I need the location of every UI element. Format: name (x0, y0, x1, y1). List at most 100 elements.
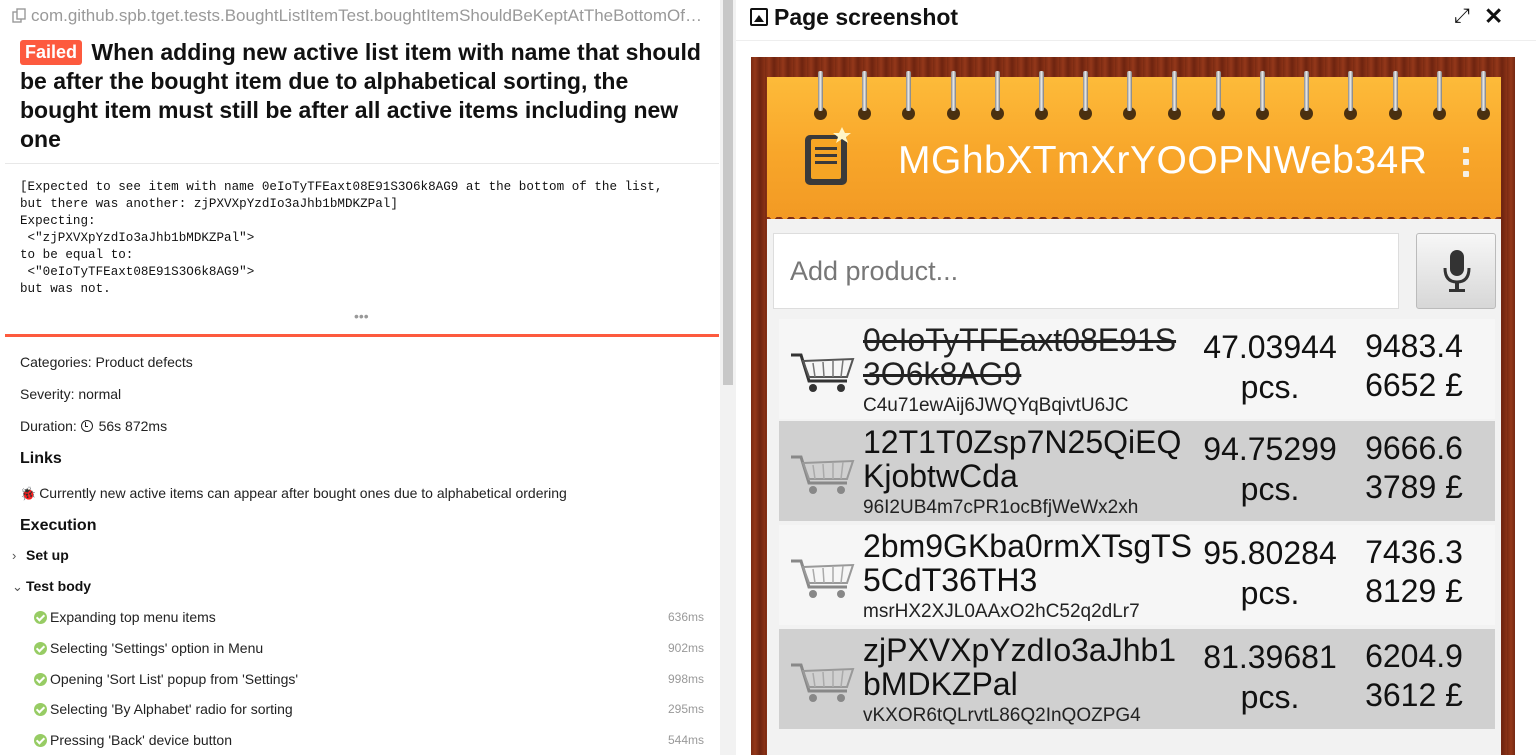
step-row[interactable]: Expanding top menu items 636ms (34, 609, 704, 629)
test-full-name[interactable]: com.github.spb.tget.tests.BoughtListItem… (12, 6, 712, 26)
step-name: Selecting 'By Alphabet' radio for sortin… (50, 701, 293, 717)
test-details-pane: com.github.spb.tget.tests.BoughtListItem… (0, 0, 720, 755)
step-duration: 998ms (667, 672, 704, 686)
step-name: Pressing 'Back' device button (50, 732, 232, 748)
check-circle-icon (34, 703, 47, 716)
execution-heading: Execution (20, 517, 97, 534)
status-badge: Failed (20, 40, 83, 65)
links-heading: Links (20, 450, 62, 467)
binder-ring (1079, 71, 1093, 129)
cart-icon (791, 455, 855, 494)
product-row[interactable]: 12T1T0Zsp7N25QiEQKjobtwCda 96I2UB4m7cPR1… (779, 421, 1495, 521)
product-name: 12T1T0Zsp7N25QiEQKjobtwCda (863, 424, 1182, 494)
categories-info: Categories: Product defects (20, 354, 193, 370)
product-description: vKXOR6tQLrvtL86Q2InQOZPG4 (863, 705, 1141, 726)
product-row[interactable]: 0eIoTyTFEaxt08E91S3O6k8AG9 C4u71ewAij6JW… (779, 319, 1495, 419)
app-logo-icon (805, 127, 851, 185)
failed-status-line (5, 334, 719, 337)
check-circle-icon (34, 673, 47, 686)
phone-screenshot: MGhbXTmXrYOOPNWeb34R Add product... 0eIo… (751, 57, 1515, 755)
product-name: 0eIoTyTFEaxt08E91S3O6k8AG9 (863, 322, 1177, 392)
binder-ring (1123, 71, 1137, 129)
test-body-step-group[interactable]: ⌄ Test body (12, 578, 91, 595)
expand-icon[interactable]: ⤢ (1454, 5, 1470, 28)
step-duration: 636ms (667, 610, 704, 624)
binder-ring (858, 71, 872, 129)
product-description: C4u71ewAij6JWQYqBqivtU6JC (863, 395, 1129, 416)
binder-ring (1432, 71, 1446, 129)
left-scrollbar[interactable] (720, 0, 736, 755)
binder-ring (1035, 71, 1048, 129)
failure-message: [Expected to see item with name 0eIoTyTF… (20, 180, 663, 296)
step-row[interactable]: Pressing 'Back' device button 544ms (34, 732, 704, 752)
binder-ring (1388, 71, 1402, 129)
step-row[interactable]: Opening 'Sort List' popup from 'Settings… (34, 671, 704, 691)
microphone-icon (1443, 250, 1471, 292)
binder-ring (1211, 71, 1225, 129)
more-icon[interactable]: ••• (354, 308, 369, 324)
app-title: MGhbXTmXrYOOPNWeb34R (898, 139, 1428, 182)
chevron-right-icon: › (12, 548, 17, 563)
close-icon[interactable]: ✕ (1484, 3, 1503, 30)
cart-icon (791, 353, 855, 392)
product-price: 9483.46652 £ (1365, 328, 1463, 403)
screenshot-panel-title-text: Page screenshot (774, 4, 959, 30)
binder-ring (946, 71, 960, 129)
binder-ring (1344, 71, 1358, 129)
step-name: Expanding top menu items (50, 609, 216, 625)
binder-ring (1256, 71, 1269, 129)
screenshot-panel-title: Page screenshot (750, 4, 958, 31)
scrollbar-thumb[interactable] (723, 0, 733, 385)
step-row[interactable]: Selecting 'By Alphabet' radio for sortin… (34, 701, 704, 721)
overflow-menu-icon[interactable] (1463, 147, 1469, 183)
chevron-down-icon: ⌄ (12, 579, 23, 594)
divider (5, 163, 719, 164)
binder-ring (990, 71, 1004, 129)
clock-icon (80, 420, 93, 432)
screenshot-pane: Page screenshot ⤢ ✕ MGhbXTmXrYOOPNWeb34R… (736, 0, 1536, 755)
step-row[interactable]: Selecting 'Settings' option in Menu 902m… (34, 640, 704, 660)
divider (736, 40, 1536, 41)
test-body-label: Test body (26, 578, 92, 594)
setup-step-group[interactable]: › Set up (12, 547, 69, 563)
product-name: zjPXVXpYzdIo3aJhb1bMDKZPal (863, 632, 1177, 702)
step-duration: 295ms (667, 702, 704, 716)
step-duration: 544ms (667, 733, 704, 747)
cart-icon (791, 663, 855, 702)
copy-icon[interactable] (12, 8, 26, 23)
link-item-text[interactable]: Currently new active items can appear af… (39, 485, 567, 501)
product-price: 6204.93612 £ (1365, 638, 1463, 713)
product-row[interactable]: zjPXVXpYzdIo3aJhb1bMDKZPal vKXOR6tQLrvtL… (779, 629, 1495, 729)
setup-label: Set up (26, 547, 69, 563)
check-circle-icon (34, 611, 47, 624)
product-quantity: 94.75299 pcs. (1203, 431, 1337, 507)
cart-icon (791, 559, 855, 598)
binder-ring (902, 71, 916, 129)
product-quantity: 81.39681 pcs. (1203, 639, 1337, 715)
test-full-name-text: com.github.spb.tget.tests.BoughtListItem… (31, 6, 712, 25)
severity-info: Severity: normal (20, 386, 122, 402)
product-row[interactable]: 2bm9GKba0rmXTsgTS5CdT36TH3 msrHX2XJL0AAx… (779, 525, 1495, 625)
test-title-text: When adding new active list item with na… (20, 39, 701, 152)
product-name: 2bm9GKba0rmXTsgTS5CdT36TH3 (863, 528, 1193, 598)
duration-info: Duration: 56s 872ms (20, 418, 167, 434)
check-circle-icon (34, 734, 47, 747)
duration-label: Duration: (20, 418, 77, 434)
binder-ring (1300, 71, 1314, 129)
link-item[interactable]: 🐞 Currently new active items can appear a… (20, 485, 567, 502)
bug-icon: 🐞 (20, 486, 37, 501)
add-product-input[interactable]: Add product... (773, 233, 1399, 309)
binder-ring (814, 71, 827, 129)
binder-ring (1477, 71, 1490, 129)
voice-input-button[interactable] (1416, 233, 1496, 309)
product-price: 7436.38129 £ (1365, 534, 1463, 609)
image-icon (750, 8, 768, 26)
product-quantity: 47.03944 pcs. (1203, 329, 1337, 405)
product-description: msrHX2XJL0AAxO2hC52q2dLr7 (863, 601, 1140, 622)
duration-value: 56s 872ms (98, 418, 168, 434)
step-name: Opening 'Sort List' popup from 'Settings… (50, 671, 299, 687)
step-duration: 902ms (667, 641, 704, 655)
test-title: Failed When adding new active list item … (20, 38, 710, 154)
product-description: 96I2UB4m7cPR1ocBfjWeWx2xh (863, 497, 1139, 518)
binder-ring (1167, 71, 1181, 129)
